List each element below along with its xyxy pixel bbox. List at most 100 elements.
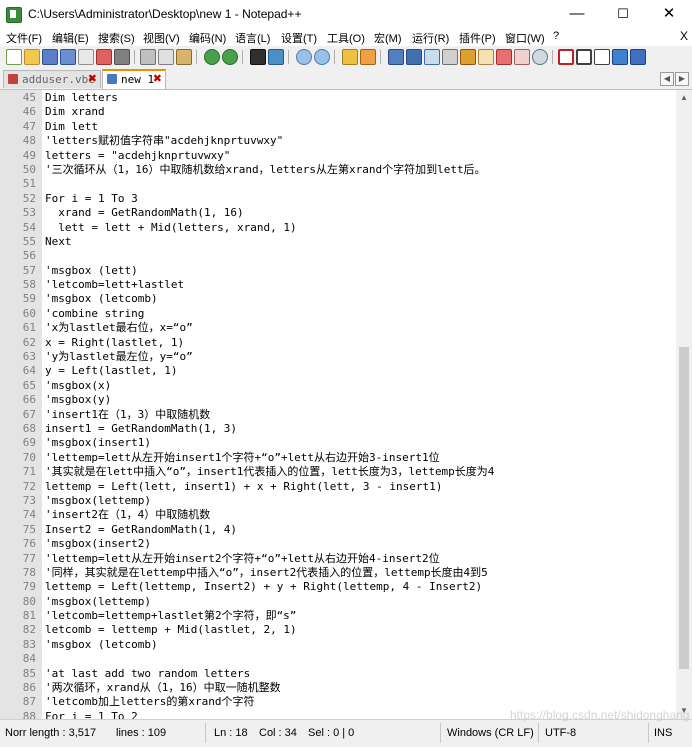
menu-file[interactable]: 文件(F) (6, 30, 42, 46)
code-text[interactable]: lett = lett + Mid(letters, xrand, 1) (45, 221, 296, 235)
tab-scroll-right-icon[interactable]: ▶ (675, 72, 689, 86)
code-text[interactable]: x = Right(lastlet, 1) (45, 336, 184, 350)
code-text[interactable]: 'y为lastlet最左位，y=“o” (45, 350, 193, 364)
code-line[interactable]: 49 letters = "acdehjknprtuvwxy" (0, 149, 676, 163)
code-text[interactable]: Dim xrand (45, 105, 105, 119)
status-encoding[interactable]: UTF-8 (545, 727, 576, 739)
code-text[interactable]: 'letcomb=lett+lastlet (45, 278, 184, 292)
code-line[interactable]: 73 'msgbox(lettemp) (0, 494, 676, 508)
close-document-x[interactable]: X (680, 29, 688, 43)
code-line[interactable]: 60 'combine string (0, 307, 676, 321)
word-wrap-icon[interactable] (388, 49, 404, 65)
code-line[interactable]: 46 Dim xrand (0, 105, 676, 119)
code-line[interactable]: 54 lett = lett + Mid(letters, xrand, 1) (0, 221, 676, 235)
eye-icon[interactable] (532, 49, 548, 65)
code-text[interactable]: 'msgbox(insert2) (45, 537, 151, 551)
record-macro-icon[interactable] (558, 49, 574, 65)
code-text[interactable]: 'lettemp=lett从左开始insert1个字符+“o”+lett从右边开… (45, 451, 440, 465)
zoom-out-icon[interactable] (314, 49, 330, 65)
document-map-icon[interactable] (460, 49, 476, 65)
editor-area[interactable]: 45 Dim letters 46 Dim xrand 47 Dim lett 48 'let… (0, 90, 676, 719)
code-text[interactable]: '两次循环，xrand从（1，16）中取一随机整数 (45, 681, 281, 695)
code-line[interactable]: 68 insert1 = GetRandomMath(1, 3) (0, 422, 676, 436)
tab-close-icon[interactable]: ✖ (88, 72, 97, 85)
code-text[interactable]: 'letcomb=lettemp+lastlet第2个字符，即“s” (45, 609, 296, 623)
code-text[interactable]: 'msgbox(lettemp) (45, 595, 151, 609)
play-macro-icon[interactable] (594, 49, 610, 65)
maximize-button[interactable]: ☐ (600, 0, 646, 28)
code-line[interactable]: 86 '两次循环，xrand从（1，16）中取一随机整数 (0, 681, 676, 695)
code-line[interactable]: 55 Next (0, 235, 676, 249)
code-line[interactable]: 64 y = Left(lastlet, 1) (0, 364, 676, 378)
cut-icon[interactable] (140, 49, 156, 65)
menu-run[interactable]: 运行(R) (412, 30, 449, 46)
code-line[interactable]: 76 'msgbox(insert2) (0, 537, 676, 551)
tab-scroll-left-icon[interactable]: ◀ (660, 72, 674, 86)
monitoring-icon[interactable] (514, 49, 530, 65)
new-file-icon[interactable] (6, 49, 22, 65)
code-text[interactable]: Next (45, 235, 72, 249)
code-line[interactable]: 79 lettemp = Left(lettemp, Insert2) + y +… (0, 580, 676, 594)
status-insert-mode[interactable]: INS (654, 727, 672, 739)
close-all-icon[interactable] (96, 49, 112, 65)
vertical-scrollbar[interactable]: ▲ ▼ (676, 90, 692, 719)
close-button[interactable]: ✕ (646, 0, 692, 28)
code-text[interactable]: 'msgbox (letcomb) (45, 638, 158, 652)
code-text[interactable]: xrand = GetRandomMath(1, 16) (45, 206, 243, 220)
scroll-up-arrow-icon[interactable]: ▲ (676, 90, 692, 106)
code-text[interactable]: Dim letters (45, 91, 118, 105)
menu-view[interactable]: 视图(V) (143, 30, 180, 46)
folder-workspace-icon[interactable] (496, 49, 512, 65)
code-line[interactable]: 47 Dim lett (0, 120, 676, 134)
code-text[interactable]: For i = 1 To 3 (45, 192, 138, 206)
code-line[interactable]: 48 'letters赋初值字符串"acdehjknprtuvwxy" (0, 134, 676, 148)
code-line[interactable]: 74 'insert2在（1，4）中取随机数 (0, 508, 676, 522)
function-list-icon[interactable] (478, 49, 494, 65)
code-text[interactable]: 'combine string (45, 307, 144, 321)
code-line[interactable]: 61 'x为lastlet最右位，x=“o” (0, 321, 676, 335)
code-text[interactable]: insert1 = GetRandomMath(1, 3) (45, 422, 237, 436)
code-text[interactable]: 'x为lastlet最右位，x=“o” (45, 321, 193, 335)
menu-language[interactable]: 语言(L) (235, 30, 270, 46)
code-line[interactable]: 67 'insert1在（1，3）中取随机数 (0, 408, 676, 422)
code-text[interactable]: y = Left(lastlet, 1) (45, 364, 177, 378)
save-all-icon[interactable] (60, 49, 76, 65)
code-line[interactable]: 58 'letcomb=lett+lastlet (0, 278, 676, 292)
tab-new-1[interactable]: new 1 ✖ (102, 69, 166, 89)
run-macro-multiple-icon[interactable] (612, 49, 628, 65)
tab-adduser-vbe[interactable]: adduser.vbe ✖ (3, 70, 101, 88)
code-text[interactable]: 'at last add two random letters (45, 667, 250, 681)
tab-close-icon[interactable]: ✖ (153, 72, 162, 85)
close-file-icon[interactable] (78, 49, 94, 65)
code-text[interactable]: '其实就是在lett中插入“o”，insert1代表插入的位置，lett长度为3… (45, 465, 494, 479)
code-line[interactable]: 75 Insert2 = GetRandomMath(1, 4) (0, 523, 676, 537)
code-line[interactable]: 72 lettemp = Left(lett, insert1) + x + Ri… (0, 480, 676, 494)
code-text[interactable]: '同样，其实就是在lettemp中插入“o”，insert2代表插入的位置，le… (45, 566, 488, 580)
code-line[interactable]: 69 'msgbox(insert1) (0, 436, 676, 450)
code-text[interactable]: For i = 1 To 2 (45, 710, 138, 719)
status-eol-format[interactable]: Windows (CR LF) (447, 727, 534, 739)
show-all-characters-icon[interactable] (406, 49, 422, 65)
code-text[interactable]: letters = "acdehjknprtuvwxy" (45, 149, 230, 163)
code-line[interactable]: 83 'msgbox (letcomb) (0, 638, 676, 652)
zoom-in-icon[interactable] (296, 49, 312, 65)
code-text[interactable]: 'msgbox(insert1) (45, 436, 151, 450)
menu-search[interactable]: 搜索(S) (98, 30, 135, 46)
code-line[interactable]: 56 (0, 249, 676, 263)
minimize-button[interactable]: — (554, 0, 600, 28)
code-text[interactable]: 'letcomb加上letters的第xrand个字符 (45, 695, 254, 709)
code-text[interactable]: 'insert1在（1，3）中取随机数 (45, 408, 210, 422)
menu-window[interactable]: 窗口(W) (505, 30, 545, 46)
code-text[interactable]: 'msgbox(lettemp) (45, 494, 151, 508)
redo-icon[interactable] (222, 49, 238, 65)
print-icon[interactable] (114, 49, 130, 65)
code-text[interactable]: 'lettemp=lett从左开始insert2个字符+“o”+lett从右边开… (45, 552, 440, 566)
save-icon[interactable] (42, 49, 58, 65)
code-line[interactable]: 85 'at last add two random letters (0, 667, 676, 681)
code-line[interactable]: 45 Dim letters (0, 91, 676, 105)
code-text[interactable]: lettemp = Left(lettemp, Insert2) + y + R… (45, 580, 482, 594)
code-line[interactable]: 80 'msgbox(lettemp) (0, 595, 676, 609)
code-text[interactable]: 'letters赋初值字符串"acdehjknprtuvwxy" (45, 134, 283, 148)
code-line[interactable]: 52 For i = 1 To 3 (0, 192, 676, 206)
code-line[interactable]: 51 (0, 177, 676, 191)
